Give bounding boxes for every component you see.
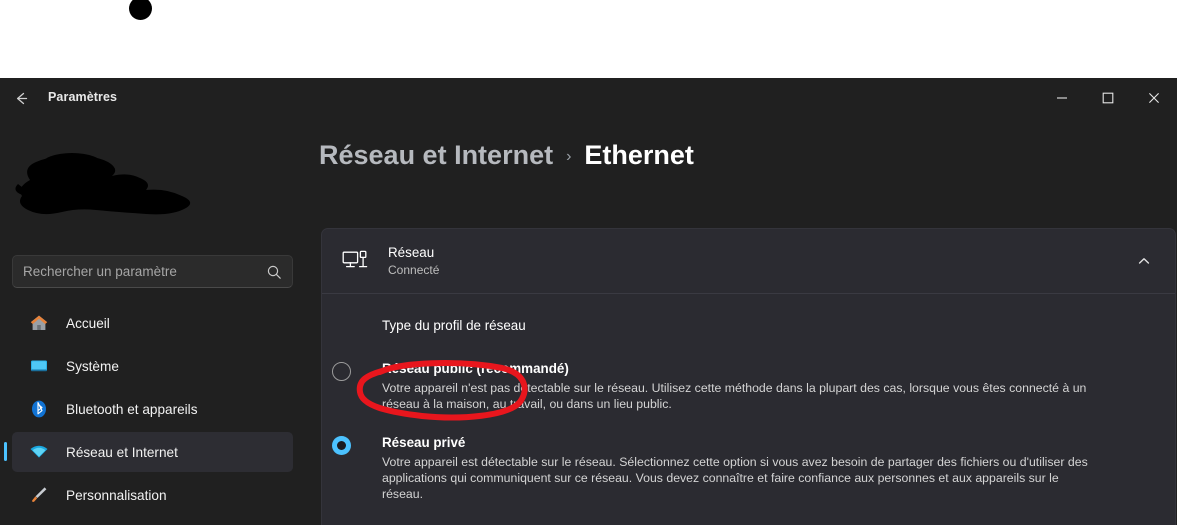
- black-dot-marker: [129, 0, 152, 20]
- system-display-icon: [28, 355, 50, 377]
- close-icon[interactable]: [1131, 78, 1177, 118]
- breadcrumb-parent[interactable]: Réseau et Internet: [319, 140, 553, 171]
- sidebar-item-label: Accueil: [66, 315, 110, 331]
- radio-label-private: Réseau privé: [382, 434, 466, 450]
- window-controls: [1039, 78, 1177, 118]
- back-arrow-icon[interactable]: [6, 84, 36, 112]
- ethernet-icon: [340, 246, 370, 276]
- app-title: Paramètres: [48, 90, 118, 104]
- sidebar-item-label: Bluetooth et appareils: [66, 401, 198, 417]
- radio-option-public[interactable]: Réseau public (recommandé) Votre apparei…: [332, 361, 1155, 413]
- sidebar-item-reseau-et-internet[interactable]: Réseau et Internet: [4, 432, 293, 472]
- sidebar-nav-list: Accueil Système Bluetooth et appareils R…: [0, 303, 305, 525]
- sidebar-item-applications[interactable]: Applications: [12, 518, 293, 525]
- page-title: Ethernet: [584, 140, 694, 170]
- maximize-icon[interactable]: [1085, 78, 1131, 118]
- search-input[interactable]: [23, 264, 266, 279]
- wifi-icon: [28, 441, 50, 463]
- search-icon: [266, 264, 282, 280]
- sidebar-item-label: Réseau et Internet: [66, 444, 178, 460]
- breadcrumb: Réseau et Internet › Ethernet: [319, 140, 694, 171]
- desktop-background: [0, 0, 1177, 78]
- network-card-text: Réseau Connecté: [388, 244, 1129, 279]
- redacted-account-block: [10, 150, 228, 225]
- home-icon: [28, 312, 50, 334]
- breadcrumb-separator-icon: ›: [566, 148, 572, 165]
- radio-option-private[interactable]: Réseau privé Votre appareil est détectab…: [332, 434, 1155, 503]
- screenshot-root: Paramètres Rechercher un paramètre Accue…: [0, 0, 1177, 525]
- sidebar: Accueil Système: [0, 118, 305, 525]
- radio-button-private[interactable]: [332, 435, 351, 455]
- search-box[interactable]: [12, 255, 293, 288]
- window-titlebar: Paramètres: [0, 78, 1177, 118]
- sidebar-item-label: Personnalisation: [66, 487, 167, 503]
- network-card-header[interactable]: Réseau Connecté: [322, 229, 1175, 293]
- bluetooth-icon: [28, 398, 50, 420]
- sidebar-item-accueil[interactable]: Accueil: [12, 303, 293, 343]
- sidebar-item-label: Système: [66, 358, 119, 374]
- minimize-icon[interactable]: [1039, 78, 1085, 118]
- network-title: Réseau: [388, 244, 435, 260]
- content-pane: Réseau et Internet › Ethernet Réseau Con…: [305, 118, 1177, 525]
- network-status: Connecté: [388, 262, 440, 277]
- chevron-up-icon[interactable]: [1129, 246, 1159, 276]
- sidebar-item-bluetooth[interactable]: Bluetooth et appareils: [12, 389, 293, 429]
- radio-button-public[interactable]: [332, 362, 351, 381]
- sidebar-item-personnalisation[interactable]: Personnalisation: [12, 475, 293, 515]
- paintbrush-icon: [28, 484, 50, 506]
- sidebar-item-systeme[interactable]: Système: [12, 346, 293, 386]
- network-card: Réseau Connecté Type du profil de réseau: [321, 228, 1176, 525]
- radio-description-private: Votre appareil est détectable sur le rés…: [382, 454, 1088, 502]
- radio-description-public: Votre appareil n'est pas détectable sur …: [382, 381, 1087, 412]
- radio-label-public: Réseau public (recommandé): [382, 361, 569, 376]
- settings-window: Paramètres Rechercher un paramètre Accue…: [0, 78, 1177, 525]
- network-profile-section: Type du profil de réseau Réseau public (…: [322, 294, 1175, 525]
- section-label: Type du profil de réseau: [382, 318, 526, 333]
